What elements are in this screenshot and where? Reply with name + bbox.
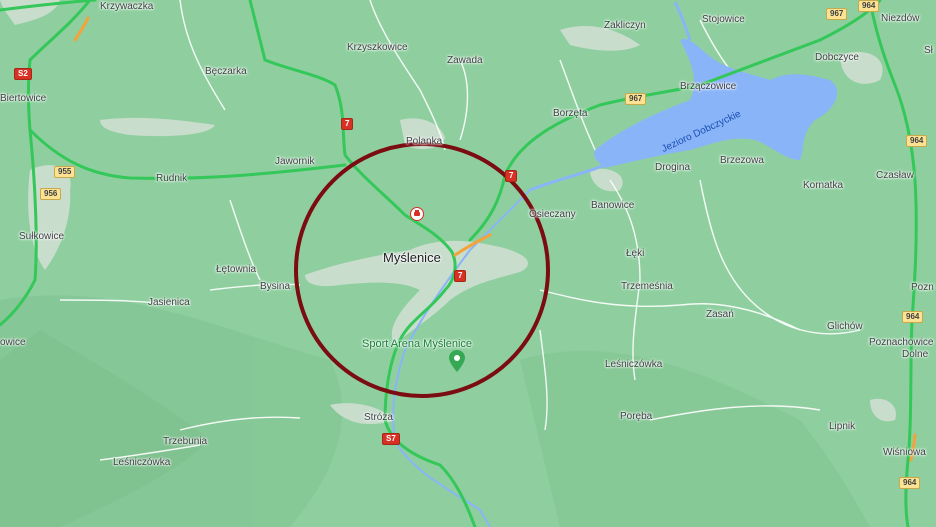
road-shield-7-south: 7 <box>454 270 467 282</box>
road-shield-964-mid: 964 <box>906 135 928 147</box>
label-poznachowice: Poznachowice <box>869 337 934 348</box>
label-brzezowa: Brzezowa <box>720 155 764 166</box>
label-sulkowice: Sułkowice <box>19 231 65 242</box>
label-trzebunia: Trzebunia <box>163 436 208 447</box>
road-shield-967-north: 967 <box>826 8 848 20</box>
map-view[interactable]: Krzywaczka Krzyszkowice Zakliczyn Stojow… <box>0 0 936 527</box>
label-zawada: Zawada <box>447 55 483 66</box>
label-rudnik: Rudnik <box>156 173 188 184</box>
terrain <box>0 295 870 527</box>
label-sl-edge: Sł <box>924 45 933 56</box>
road-shield-967-west: 967 <box>625 93 647 105</box>
location-pin-icon[interactable] <box>449 350 465 372</box>
label-brzaczowice: Brzączowice <box>680 81 737 92</box>
label-drogina: Drogina <box>655 162 691 173</box>
road-shield-955: 955 <box>54 166 76 178</box>
label-zakliczyn: Zakliczyn <box>604 20 646 31</box>
label-pozn-edge: Pozn <box>911 282 934 293</box>
label-biertowice: Biertowice <box>0 93 47 104</box>
label-glichow: Glichów <box>827 321 863 332</box>
label-lesniczowka-east: Leśniczówka <box>605 359 663 370</box>
event-icon[interactable] <box>410 207 424 221</box>
road-shield-964-lower: 964 <box>902 311 924 323</box>
road-shield-956: 956 <box>40 188 62 200</box>
label-banowice: Banowice <box>591 200 635 211</box>
label-wisniowa: Wiśniowa <box>883 447 926 458</box>
label-poreba: Poręba <box>620 411 653 422</box>
label-dolne: Dolne <box>902 349 929 360</box>
road-shield-s7: S7 <box>382 433 400 445</box>
label-trzemesnia: Trzemeśnia <box>621 281 673 292</box>
label-borzeta: Borzęta <box>553 108 588 119</box>
label-krzyszkowice: Krzyszkowice <box>347 42 408 53</box>
label-stojowice: Stojowice <box>702 14 745 25</box>
label-myslenice: Myślenice <box>383 250 441 265</box>
map-base-layer <box>0 0 918 527</box>
road-shield-964-bottom: 964 <box>899 477 921 489</box>
label-zasan: Zasań <box>706 309 734 320</box>
road-shield-s52: S2 <box>14 68 32 80</box>
label-beczarka: Bęczarka <box>205 66 247 77</box>
label-lipnik: Lipnik <box>829 421 856 432</box>
label-sport-arena[interactable]: Sport Arena Myślenice <box>362 338 472 350</box>
label-bysina: Bysina <box>260 281 291 292</box>
road-shield-7-east: 7 <box>505 170 518 182</box>
road-shield-964-top: 964 <box>858 0 880 12</box>
label-owice: owice <box>0 337 26 348</box>
label-dobczyce: Dobczyce <box>815 52 859 63</box>
label-czaslaw: Czasław <box>876 170 914 181</box>
label-kornatka: Kornatka <box>803 180 844 191</box>
label-krzywaczka: Krzywaczka <box>100 1 154 12</box>
label-letownia: Łętownia <box>216 264 257 275</box>
lake-arm <box>673 1 692 41</box>
label-jasienica: Jasienica <box>148 297 190 308</box>
label-jawornik: Jawornik <box>275 156 315 167</box>
label-niezdow: Niezdów <box>881 13 920 24</box>
label-polanka: Polanka <box>406 136 443 147</box>
label-stroza: Stróża <box>364 412 393 423</box>
road-shield-7-north: 7 <box>341 118 354 130</box>
label-leki: Łęki <box>626 248 645 259</box>
label-lesniczowka-west: Leśniczówka <box>113 457 171 468</box>
label-osieczany: Osieczany <box>529 209 576 220</box>
